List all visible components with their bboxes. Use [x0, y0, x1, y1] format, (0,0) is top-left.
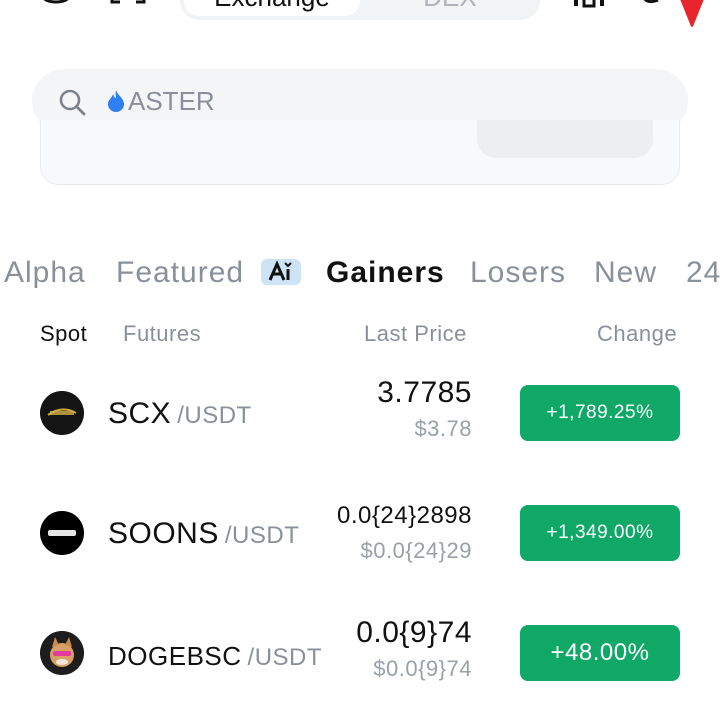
headset-icon[interactable]	[572, 0, 608, 14]
search-input[interactable]	[128, 83, 648, 119]
change-header[interactable]: Change	[597, 320, 677, 348]
dogebsc-logo	[40, 631, 84, 675]
tab-gainers[interactable]: Gainers	[326, 254, 445, 292]
usd-price: $0.0{9}74	[373, 656, 472, 681]
card-button[interactable]	[477, 120, 653, 158]
tab-featured[interactable]: Featured	[116, 254, 244, 292]
tab-new[interactable]: New	[594, 254, 657, 292]
change-badge[interactable]: +1,789.25%	[520, 385, 680, 441]
subtab-futures[interactable]: Futures	[123, 320, 201, 348]
change-badge[interactable]: +1,349.00%	[520, 505, 680, 561]
notification-arrow-icon	[680, 0, 704, 27]
tab-alpha[interactable]: Alpha	[4, 254, 86, 292]
last-price: 0.0{24}2898	[337, 502, 472, 529]
table-row[interactable]: DOGEBSC/USDT 0.0{9}74 $0.0{9}74 +48.00%	[0, 602, 720, 702]
exchange-dex-switch: Exchange DEX	[180, 0, 540, 20]
promo-card	[40, 120, 680, 185]
flame-icon	[108, 90, 124, 112]
table-row[interactable]: SOONS/USDT 0.0{24}2898 $0.0{24}29 +1,349…	[0, 482, 720, 582]
usd-price: $3.78	[414, 416, 472, 441]
profile-icon[interactable]	[38, 0, 74, 14]
pair-symbol: SOONS/USDT	[108, 517, 300, 550]
pair-symbol: DOGEBSC/USDT	[108, 641, 323, 671]
tab-losers[interactable]: Losers	[470, 254, 566, 292]
last-price: 0.0{9}74	[356, 616, 472, 649]
subtab-spot[interactable]: Spot	[40, 320, 87, 348]
ai-badge-icon	[261, 259, 301, 285]
scan-icon[interactable]	[110, 0, 146, 14]
search-icon	[59, 89, 86, 116]
last-price-header[interactable]: Last Price	[364, 320, 467, 348]
sourcex-logo	[40, 391, 84, 435]
last-price: 3.7785	[377, 376, 472, 409]
soons-logo	[40, 511, 84, 555]
table-row[interactable]: SCX/USDT 3.7785 $3.78 +1,789.25%	[0, 362, 720, 462]
tab-24h[interactable]: 24	[686, 254, 720, 292]
tab-dex[interactable]: DEX	[370, 0, 530, 16]
usd-price: $0.0{24}29	[360, 538, 472, 563]
pair-symbol: SCX/USDT	[108, 397, 252, 430]
change-badge[interactable]: +48.00%	[520, 625, 680, 681]
tab-exchange[interactable]: Exchange	[184, 0, 360, 16]
